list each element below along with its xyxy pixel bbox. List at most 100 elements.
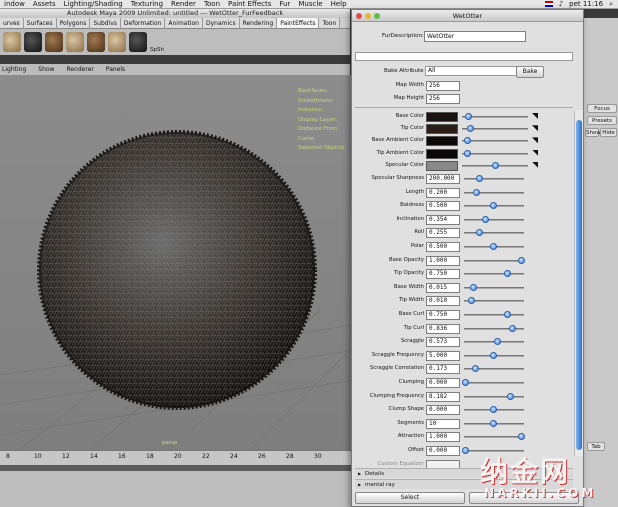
bake-button[interactable]: Bake <box>516 66 544 78</box>
attribute-slider-handle[interactable] <box>471 365 479 373</box>
menu-fur[interactable]: Fur <box>275 0 294 8</box>
attribute-field[interactable]: 8.182 <box>426 391 460 402</box>
attribute-field[interactable]: 1.000 <box>426 255 460 266</box>
color-slider-track[interactable] <box>462 140 528 143</box>
fur-preset-icon[interactable] <box>3 32 21 52</box>
attribute-slider-handle[interactable] <box>462 447 469 454</box>
attribute-slider-handle[interactable] <box>462 379 469 386</box>
color-slider-track[interactable] <box>462 152 528 155</box>
attribute-field[interactable]: 0.000 <box>426 446 460 456</box>
menu-muscle[interactable]: Muscle <box>294 0 326 8</box>
tab-rendering[interactable]: Rendering <box>239 18 278 28</box>
attribute-slider-handle[interactable] <box>504 270 511 278</box>
attribute-slider-handle[interactable] <box>470 283 478 291</box>
description-list-field[interactable] <box>355 52 573 61</box>
attribute-slider-handle[interactable] <box>473 188 481 196</box>
map-button-icon[interactable] <box>532 125 538 132</box>
color-swatch[interactable] <box>426 124 458 135</box>
fur-preset-icon[interactable] <box>66 32 84 52</box>
attribute-slider-track[interactable] <box>464 218 524 221</box>
panel-menu-lighting[interactable]: Lighting <box>2 66 26 73</box>
menu-texturing[interactable]: Texturing <box>127 0 167 8</box>
command-line-area[interactable] <box>0 471 355 507</box>
attribute-field[interactable]: 1.000 <box>426 432 460 443</box>
time-ruler[interactable]: 8 10 12 14 16 18 20 22 24 26 28 30 <box>0 451 355 463</box>
attribute-slider-handle[interactable] <box>506 392 514 400</box>
select-button[interactable]: Select <box>355 492 465 504</box>
attribute-field[interactable]: 0.836 <box>426 323 460 334</box>
tab-dynamics[interactable]: Dynamics <box>202 18 240 28</box>
attribute-field[interactable]: 10 <box>426 418 460 429</box>
fur-preset-icon[interactable] <box>24 32 42 52</box>
attribute-field[interactable]: 0.010 <box>426 296 460 307</box>
volume-icon[interactable]: ♪ <box>559 0 563 8</box>
show-button[interactable]: Show <box>585 128 601 137</box>
attribute-slider-handle[interactable] <box>476 175 483 182</box>
attribute-slider-handle[interactable] <box>490 419 497 427</box>
bake-attribute-dropdown[interactable]: All <box>425 66 517 76</box>
tab-surfaces[interactable]: Surfaces <box>23 18 57 28</box>
panel-menu-renderer[interactable]: Renderer <box>66 66 93 73</box>
time-slider[interactable]: 8 10 12 14 16 18 20 22 24 26 28 30 <box>0 450 355 472</box>
attribute-slider-handle[interactable] <box>490 243 497 250</box>
fur-sphere[interactable] <box>37 130 317 410</box>
attribute-slider-track[interactable] <box>464 273 524 276</box>
color-swatch[interactable] <box>426 148 458 159</box>
attribute-field[interactable]: 0.500 <box>426 242 460 252</box>
color-swatch[interactable] <box>426 112 458 122</box>
attribute-slider-handle[interactable] <box>490 351 497 359</box>
menu-toon[interactable]: Toon <box>200 0 224 8</box>
attribute-slider-handle[interactable] <box>518 433 525 441</box>
fur-preset-icon[interactable] <box>45 32 63 52</box>
attribute-field[interactable]: 0.015 <box>426 282 460 293</box>
attribute-field[interactable]: 0.000 <box>426 378 460 388</box>
perspective-viewport[interactable]: Backfaces: Smoothness: Instance: Display… <box>0 75 355 450</box>
attribute-slider-handle[interactable] <box>490 406 497 414</box>
color-slider-handle[interactable] <box>466 125 474 133</box>
attribute-slider-handle[interactable] <box>490 202 497 210</box>
fur-description-field[interactable]: WetOtter <box>424 31 526 42</box>
color-slider-handle[interactable] <box>464 137 472 145</box>
attribute-field[interactable]: 0.750 <box>426 269 460 280</box>
attribute-slider-track[interactable] <box>464 314 524 316</box>
map-height-field[interactable]: 256 <box>426 94 460 104</box>
color-slider-handle[interactable] <box>465 113 472 120</box>
shelf-icon-label[interactable]: SpSh <box>150 47 164 53</box>
attribute-slider-handle[interactable] <box>467 297 475 305</box>
attribute-slider-handle[interactable] <box>476 229 483 237</box>
attribute-field[interactable]: 0.354 <box>426 214 460 225</box>
fur-preset-icon[interactable] <box>108 32 126 52</box>
attribute-field[interactable]: 0.500 <box>426 201 460 212</box>
tab-polygons[interactable]: Polygons <box>56 18 91 28</box>
menu-assets[interactable]: Assets <box>29 0 60 8</box>
attribute-slider-handle[interactable] <box>518 256 525 264</box>
menu-paint-effects[interactable]: Paint Effects <box>224 0 275 8</box>
clock[interactable]: pet 11:16 <box>569 0 603 8</box>
tab-deformation[interactable]: Deformation <box>120 18 166 28</box>
panel-menu-panels[interactable]: Panels <box>106 66 125 73</box>
hide-button[interactable]: Hide <box>600 128 617 137</box>
menu-render[interactable]: Render <box>167 0 200 8</box>
input-flag-icon[interactable] <box>544 1 553 7</box>
attribute-slider-track[interactable] <box>464 178 524 180</box>
spotlight-icon[interactable]: ⌕ <box>609 0 613 9</box>
attribute-field[interactable]: 0.173 <box>426 364 460 375</box>
tab-toon[interactable]: Toon <box>319 18 341 28</box>
attribute-slider-handle[interactable] <box>504 311 511 318</box>
attribute-field[interactable]: 0.573 <box>426 337 460 348</box>
attribute-slider-handle[interactable] <box>509 324 517 332</box>
tab-subdivs[interactable]: Subdivs <box>90 18 121 28</box>
attribute-slider-handle[interactable] <box>481 215 489 223</box>
window-titlebar[interactable]: WetOtter <box>352 10 583 22</box>
attribute-slider-track[interactable] <box>464 259 524 262</box>
attribute-slider-track[interactable] <box>464 395 524 398</box>
attribute-field[interactable]: 200.000 <box>426 174 460 184</box>
tab-curves[interactable]: urves <box>0 18 24 28</box>
menu-help[interactable]: Help <box>327 0 351 8</box>
attribute-slider-track[interactable] <box>464 232 524 235</box>
map-button-icon[interactable] <box>532 137 538 144</box>
fur-preset-icon[interactable] <box>87 32 105 52</box>
attribute-field[interactable]: 5.000 <box>426 350 460 361</box>
presets-button[interactable]: Presets <box>587 116 617 125</box>
zoom-window-icon[interactable] <box>374 13 380 19</box>
